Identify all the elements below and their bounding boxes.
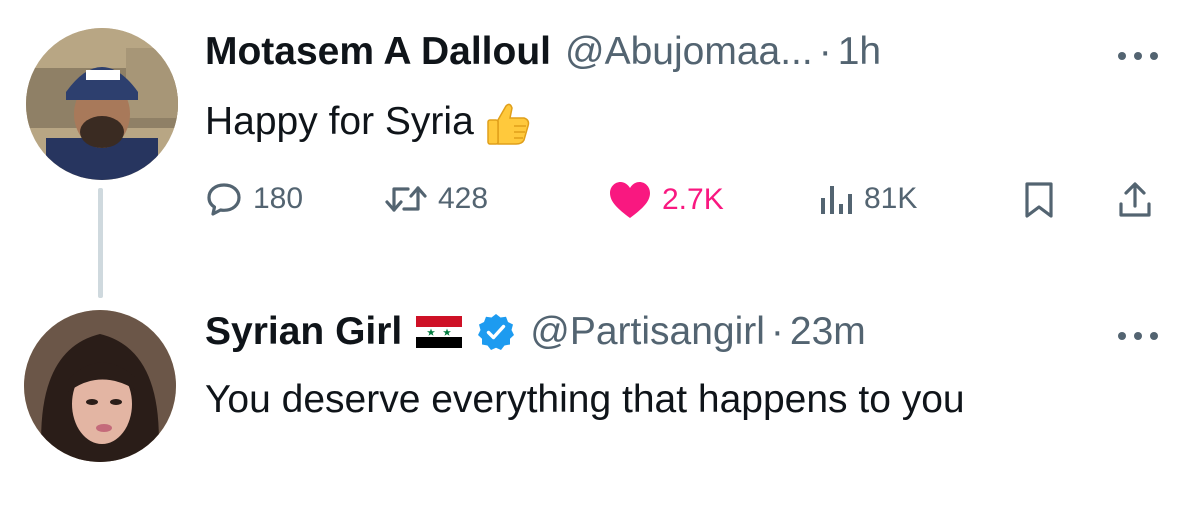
tweet-text: Happy for Syria bbox=[205, 96, 1165, 148]
reply-icon bbox=[207, 183, 241, 216]
timestamp[interactable]: 1h bbox=[838, 28, 881, 76]
tweet-actions: 180 428 2.7K 81K bbox=[0, 180, 1200, 236]
tweet-text-content: You deserve everything that happens to y… bbox=[205, 378, 965, 421]
like-count: 2.7K bbox=[662, 183, 724, 216]
like-button[interactable]: 2.7K bbox=[608, 180, 724, 220]
tweet-text: You deserve everything that happens to y… bbox=[205, 374, 1165, 426]
more-dot-icon bbox=[1118, 332, 1126, 340]
separator-dot: · bbox=[770, 310, 784, 353]
more-dot-icon bbox=[1134, 52, 1142, 60]
heart-icon bbox=[610, 182, 650, 218]
handle[interactable]: @Abujomaa... bbox=[565, 28, 813, 76]
share-button[interactable] bbox=[1116, 180, 1154, 220]
avatar[interactable] bbox=[24, 310, 176, 462]
tweet-text-content: Happy for Syria bbox=[205, 100, 474, 143]
bookmark-button[interactable] bbox=[1022, 180, 1056, 220]
share-icon bbox=[1119, 182, 1151, 217]
reply-button[interactable]: 180 bbox=[205, 180, 303, 218]
display-name[interactable]: Motasem A Dalloul bbox=[205, 28, 551, 76]
tweet-header: Motasem A Dalloul @Abujomaa... · 1h bbox=[205, 28, 881, 76]
views-button[interactable]: 81K bbox=[818, 180, 917, 218]
avatar[interactable] bbox=[26, 28, 178, 180]
display-name[interactable]: Syrian Girl bbox=[205, 308, 402, 356]
bookmark-icon bbox=[1025, 182, 1053, 218]
more-dot-icon bbox=[1134, 332, 1142, 340]
retweet-icon bbox=[385, 186, 427, 212]
tweet-header: Syrian Girl @Partisangirl · 23m bbox=[205, 308, 866, 356]
separator-dot: · bbox=[818, 30, 832, 73]
verified-badge-icon[interactable] bbox=[476, 312, 516, 352]
more-dot-icon bbox=[1150, 52, 1158, 60]
timestamp[interactable]: 23m bbox=[790, 308, 866, 356]
views-icon bbox=[821, 186, 852, 214]
more-dot-icon bbox=[1150, 332, 1158, 340]
views-count: 81K bbox=[864, 182, 918, 215]
more-dot-icon bbox=[1118, 52, 1126, 60]
retweet-button[interactable]: 428 bbox=[384, 180, 488, 218]
thumbs-up-icon bbox=[487, 103, 530, 145]
more-options-button[interactable] bbox=[1118, 330, 1158, 342]
more-options-button[interactable] bbox=[1118, 50, 1158, 62]
retweet-count: 428 bbox=[438, 182, 489, 215]
handle[interactable]: @Partisangirl bbox=[530, 308, 765, 356]
reply-count: 180 bbox=[253, 182, 304, 215]
syria-flag-icon bbox=[416, 316, 463, 348]
